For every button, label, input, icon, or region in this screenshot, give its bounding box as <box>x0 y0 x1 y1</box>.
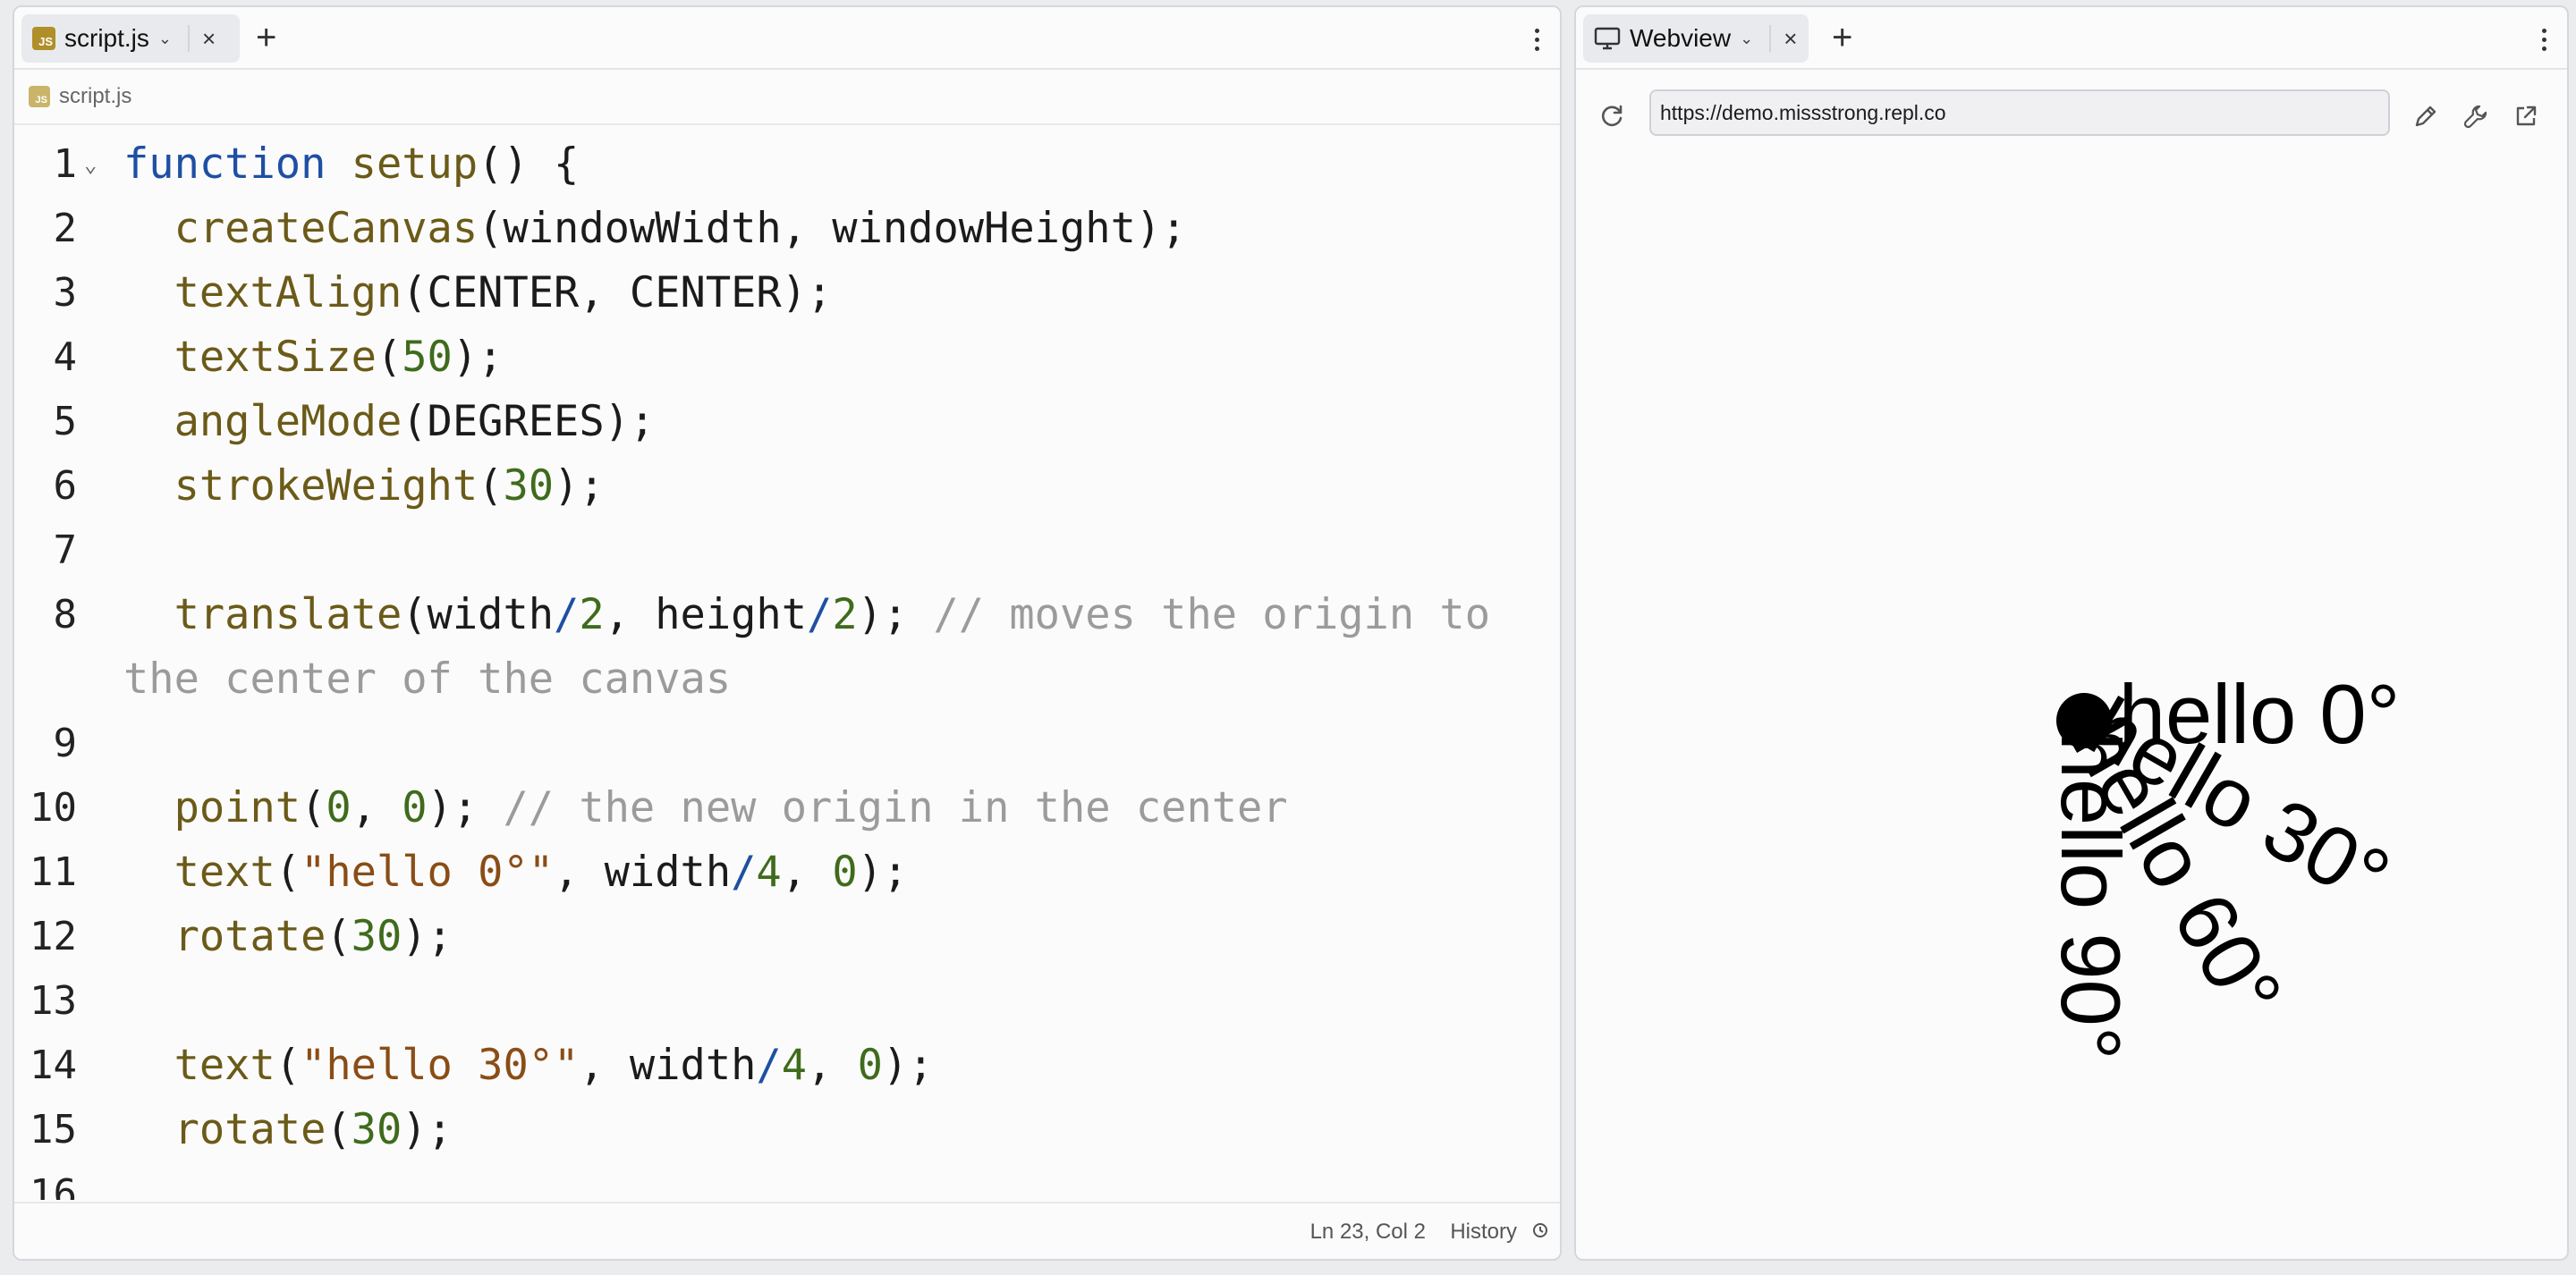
line-number: 8 <box>53 592 78 638</box>
breadcrumb-file[interactable]: script.js <box>59 84 131 109</box>
code-line: 6 strokeWeight(30); <box>14 454 1560 519</box>
line-number: 1 <box>53 141 78 187</box>
kebab-menu-icon[interactable] <box>2542 29 2547 51</box>
reload-icon[interactable] <box>1597 102 1626 131</box>
plus-icon[interactable]: + <box>256 20 276 55</box>
plus-icon[interactable]: + <box>1832 20 1852 55</box>
code-line: 13 <box>14 969 1560 1034</box>
line-number: 11 <box>30 849 77 895</box>
editor-tabbar: JS script.js ⌄ × + <box>14 7 1560 70</box>
code-editor[interactable]: 1 ⌄ function setup() { 2 createCanvas(wi… <box>14 125 1560 1200</box>
line-number: 2 <box>53 206 78 251</box>
editor-pane: JS script.js ⌄ × + JS script.js 1 ⌄ func… <box>13 5 1562 1261</box>
external-link-icon[interactable] <box>2512 102 2540 131</box>
monitor-icon <box>1594 27 1621 50</box>
code-line: 10 point(0, 0); // the new origin in the… <box>14 776 1560 840</box>
url-input[interactable] <box>1649 89 2390 136</box>
line-number: 13 <box>30 978 77 1024</box>
line-number: 15 <box>30 1107 77 1153</box>
cursor-position[interactable]: Ln 23, Col 2 <box>1310 1220 1426 1245</box>
chevron-down-icon[interactable]: ⌄ <box>158 30 172 48</box>
line-number: 5 <box>53 399 78 444</box>
webview-pane: Webview ⌄ × + hello 0° hello 30 <box>1574 5 2569 1261</box>
tab-divider <box>188 25 190 52</box>
wrench-icon[interactable] <box>2462 102 2490 131</box>
js-file-icon: JS <box>32 27 55 50</box>
line-number: 14 <box>30 1043 77 1088</box>
history-icon[interactable] <box>1531 1221 1549 1239</box>
tab-webview[interactable]: Webview ⌄ × <box>1583 14 1809 63</box>
code-line: 15 rotate(30); <box>14 1098 1560 1162</box>
close-icon[interactable]: × <box>1784 25 1797 53</box>
code-line-wrap: the center of the canvas <box>123 654 732 704</box>
code-line: 3 textAlign(CENTER, CENTER); <box>14 261 1560 325</box>
tab-label: script.js <box>64 24 149 52</box>
editor-statusbar: Ln 23, Col 2 History <box>14 1202 1560 1259</box>
close-icon[interactable]: × <box>202 25 216 53</box>
webview-tabbar: Webview ⌄ × + <box>1576 7 2567 70</box>
kebab-menu-icon[interactable] <box>1535 29 1540 51</box>
webview-canvas[interactable]: hello 0° hello 30° hello 60° hello 90° <box>1576 163 2567 1259</box>
history-button[interactable]: History <box>1450 1220 1517 1245</box>
canvas-text-90: hello 90° <box>2044 732 2138 1060</box>
line-number: 6 <box>53 463 78 509</box>
p5-canvas: hello 0° hello 30° hello 60° hello 90° <box>2044 667 2405 1060</box>
code-line: 5 angleMode(DEGREES); <box>14 390 1560 454</box>
fold-chevron-icon[interactable]: ⌄ <box>84 132 97 197</box>
code-line: 16 <box>14 1162 1560 1200</box>
js-file-icon: JS <box>29 86 50 107</box>
code-line: 9 <box>14 712 1560 776</box>
code-line: 7 <box>14 519 1560 583</box>
code-line: 11 text("hello 0°", width/4, 0); <box>14 840 1560 905</box>
code-line: 12 rotate(30); <box>14 905 1560 969</box>
line-number: 9 <box>53 721 78 766</box>
line-number: 4 <box>53 334 78 380</box>
tab-script-js[interactable]: JS script.js ⌄ × <box>21 14 240 63</box>
code-line: 1 ⌄ function setup() { <box>14 132 1560 197</box>
chevron-down-icon[interactable]: ⌄ <box>1740 30 1753 48</box>
code-line: 14 text("hello 30°", width/4, 0); <box>14 1034 1560 1098</box>
code-line: 2 createCanvas(windowWidth, windowHeight… <box>14 197 1560 261</box>
pencil-icon[interactable] <box>2411 102 2440 131</box>
tab-divider <box>1769 25 1772 52</box>
line-number: 7 <box>53 528 78 573</box>
code-line: 4 textSize(50); <box>14 325 1560 390</box>
code-line: 8 translate(width/2, height/2); // moves… <box>14 583 1560 647</box>
tab-label: Webview <box>1630 24 1732 52</box>
line-number: 16 <box>30 1171 77 1200</box>
line-number: 10 <box>30 785 77 831</box>
breadcrumb: JS script.js <box>14 70 1560 125</box>
line-number: 12 <box>30 914 77 959</box>
line-number: 3 <box>53 270 78 316</box>
webview-toolbar <box>1576 70 2567 163</box>
rotated-texts: hello 0° hello 30° hello 60° hello 90° <box>2044 667 2405 1060</box>
